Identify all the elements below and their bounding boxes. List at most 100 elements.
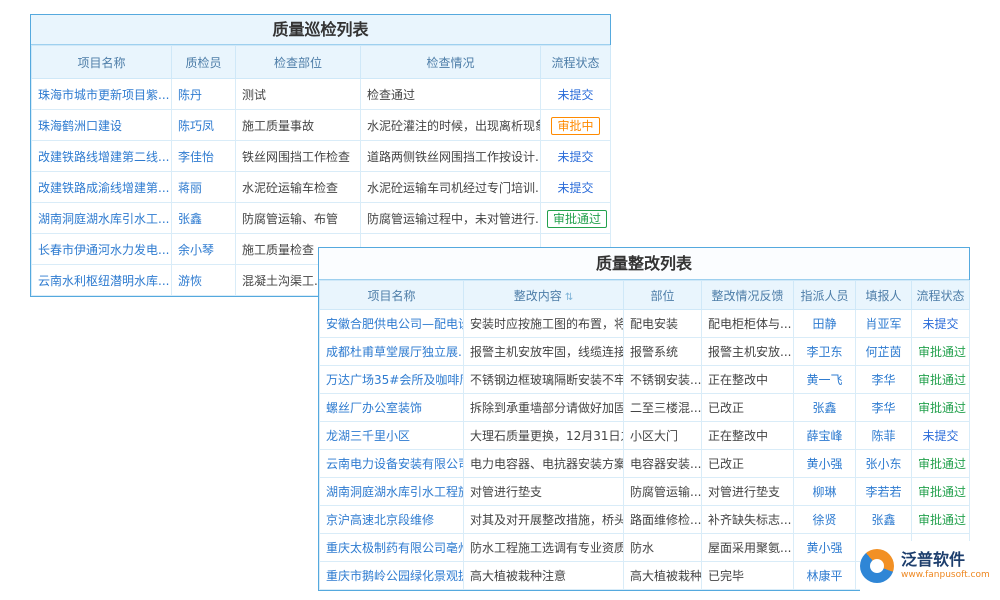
column-header-label: 质检员: [185, 56, 221, 70]
sort-icon[interactable]: ⇅: [565, 292, 573, 303]
rectify-content: 防水工程施工选调有专业资质...: [470, 541, 624, 555]
assignee-link-cell: 柳琳: [794, 478, 856, 506]
filler-link[interactable]: 张小东: [865, 457, 901, 471]
rectify-content-cell: 大理石质量更换，12月31日之...: [464, 422, 624, 450]
status-text-cell: 审批通过: [912, 478, 970, 506]
column-header[interactable]: 整改内容⇅: [464, 281, 624, 310]
column-header-label: 整改情况反馈: [711, 289, 783, 303]
inspection-part-cell: 水泥砼运输车检查: [236, 172, 361, 203]
project-name-link[interactable]: 珠海鹤洲口建设: [38, 119, 122, 133]
column-header: 流程状态: [541, 46, 611, 79]
assignee-link[interactable]: 张鑫: [812, 401, 836, 415]
rectify-feedback-cell: 对管进行垫支: [702, 478, 794, 506]
inspector-link[interactable]: 陈丹: [178, 88, 202, 102]
rectify-part-cell: 配电安装: [624, 310, 702, 338]
rectify-feedback: 补齐缺失标志...: [708, 513, 791, 527]
filler-link-cell: 李若若: [856, 478, 912, 506]
rectify-part-cell: 路面维修检...: [624, 506, 702, 534]
status-text: 未提交: [557, 181, 593, 195]
project-name-link[interactable]: 龙湖三千里小区: [326, 429, 410, 443]
project-name-link[interactable]: 云南电力设备安装有限公司20...: [326, 457, 464, 471]
status-text-cell: 未提交: [541, 172, 611, 203]
filler-link[interactable]: 李华: [871, 373, 895, 387]
status-text: 未提交: [922, 317, 958, 331]
project-name-link[interactable]: 螺丝厂办公室装饰: [326, 401, 422, 415]
rectify-part: 防水: [630, 541, 654, 555]
rectify-feedback: 报警主机安放...: [708, 345, 791, 359]
column-header: 检查情况: [361, 46, 541, 79]
rectify-feedback: 配电柜柜体与...: [708, 317, 791, 331]
inspection-part: 铁丝网围挡工作检查: [242, 150, 350, 164]
assignee-link[interactable]: 薛宝峰: [806, 429, 842, 443]
filler-link-cell: 何芷茵: [856, 338, 912, 366]
filler-link-cell: 李华: [856, 394, 912, 422]
column-header: 项目名称: [32, 46, 172, 79]
assignee-link[interactable]: 田静: [812, 317, 836, 331]
inspection-part: 测试: [242, 88, 266, 102]
filler-link[interactable]: 张鑫: [871, 513, 895, 527]
assignee-link[interactable]: 黄小强: [806, 457, 842, 471]
filler-link[interactable]: 肖亚军: [865, 317, 901, 331]
project-name-link[interactable]: 长春市伊通河水力发电...: [38, 243, 169, 257]
project-name-link[interactable]: 湖南洞庭湖水库引水工程施工...: [326, 485, 464, 499]
table-row: 安徽合肥供电公司—配电设备...安装时应按施工图的布置，将...配电安装配电柜柜…: [320, 310, 970, 338]
inspection-result: 检查通过: [367, 88, 415, 102]
assignee-link[interactable]: 徐贤: [812, 513, 836, 527]
filler-link[interactable]: 李若若: [865, 485, 901, 499]
status-text: 未提交: [557, 150, 593, 164]
rectify-content: 报警主机安放牢固，线缆连接...: [470, 345, 624, 359]
status-text: 审批通过: [918, 457, 966, 471]
assignee-link[interactable]: 林康平: [806, 569, 842, 583]
status-text: 审批通过: [918, 345, 966, 359]
project-name-link-cell: 珠海市城市更新项目紫...: [32, 79, 172, 110]
filler-link[interactable]: 李华: [871, 401, 895, 415]
project-name-link-cell: 万达广场35#会所及咖啡厅空...: [320, 366, 464, 394]
table-row: 云南电力设备安装有限公司20...电力电容器、电抗器安装方案...电容器安装..…: [320, 450, 970, 478]
inspector-link[interactable]: 陈巧凤: [178, 119, 214, 133]
filler-link[interactable]: 何芷茵: [865, 345, 901, 359]
inspector-link-cell: 余小琴: [172, 234, 236, 265]
assignee-link[interactable]: 柳琳: [812, 485, 836, 499]
column-header: 填报人: [856, 281, 912, 310]
rectify-feedback-cell: 已改正: [702, 394, 794, 422]
inspection-result: 水泥砼运输车司机经过专门培训...: [367, 181, 541, 195]
inspector-link-cell: 陈巧凤: [172, 110, 236, 141]
inspection-part: 施工质量事故: [242, 119, 314, 133]
status-text-cell: 审批通过: [912, 450, 970, 478]
filler-link[interactable]: 陈菲: [871, 429, 895, 443]
project-name-link[interactable]: 成都杜甫草堂展厅独立展...: [326, 345, 464, 359]
assignee-link[interactable]: 李卫东: [806, 345, 842, 359]
rectify-feedback: 已改正: [708, 457, 744, 471]
project-name-link[interactable]: 改建铁路成渝线增建第...: [38, 181, 169, 195]
inspector-link[interactable]: 张鑫: [178, 212, 202, 226]
column-header-label: 检查部位: [274, 56, 322, 70]
inspector-link[interactable]: 蒋丽: [178, 181, 202, 195]
table-row: 改建铁路线增建第二线...李佳怡铁丝网围挡工作检查道路两侧铁丝网围挡工作按设计.…: [32, 141, 611, 172]
project-name-link[interactable]: 重庆太极制药有限公司亳州中...: [326, 541, 464, 555]
project-name-link[interactable]: 重庆市鹅岭公园绿化景观提升...: [326, 569, 464, 583]
project-name-link[interactable]: 万达广场35#会所及咖啡厅空...: [326, 373, 464, 387]
assignee-link-cell: 黄小强: [794, 534, 856, 562]
project-name-link[interactable]: 京沪高速北京段维修: [326, 513, 434, 527]
rectify-feedback-cell: 已改正: [702, 450, 794, 478]
inspector-link[interactable]: 李佳怡: [178, 150, 214, 164]
project-name-link[interactable]: 云南水利枢纽潜明水库...: [38, 274, 169, 288]
project-name-link[interactable]: 改建铁路线增建第二线...: [38, 150, 169, 164]
inspector-link[interactable]: 游恢: [178, 274, 202, 288]
rectify-feedback-cell: 报警主机安放...: [702, 338, 794, 366]
assignee-link-cell: 薛宝峰: [794, 422, 856, 450]
project-name-link[interactable]: 湖南洞庭湖水库引水工...: [38, 212, 169, 226]
rectification-table-title: 质量整改列表: [319, 248, 969, 280]
assignee-link[interactable]: 黄小强: [806, 541, 842, 555]
status-text-cell: 未提交: [541, 79, 611, 110]
rectify-feedback-cell: 屋面采用聚氨...: [702, 534, 794, 562]
rectify-content: 对其及对开展整改措施，桥头...: [470, 513, 624, 527]
inspection-part-cell: 测试: [236, 79, 361, 110]
assignee-link[interactable]: 黄一飞: [806, 373, 842, 387]
project-name-link[interactable]: 安徽合肥供电公司—配电设备...: [326, 317, 464, 331]
project-name-link[interactable]: 珠海市城市更新项目紫...: [38, 88, 169, 102]
inspection-result-cell: 水泥砼灌注的时候，出现离析现象: [361, 110, 541, 141]
inspector-link[interactable]: 余小琴: [178, 243, 214, 257]
project-name-link-cell: 湖南洞庭湖水库引水工...: [32, 203, 172, 234]
column-header-label: 部位: [650, 289, 674, 303]
